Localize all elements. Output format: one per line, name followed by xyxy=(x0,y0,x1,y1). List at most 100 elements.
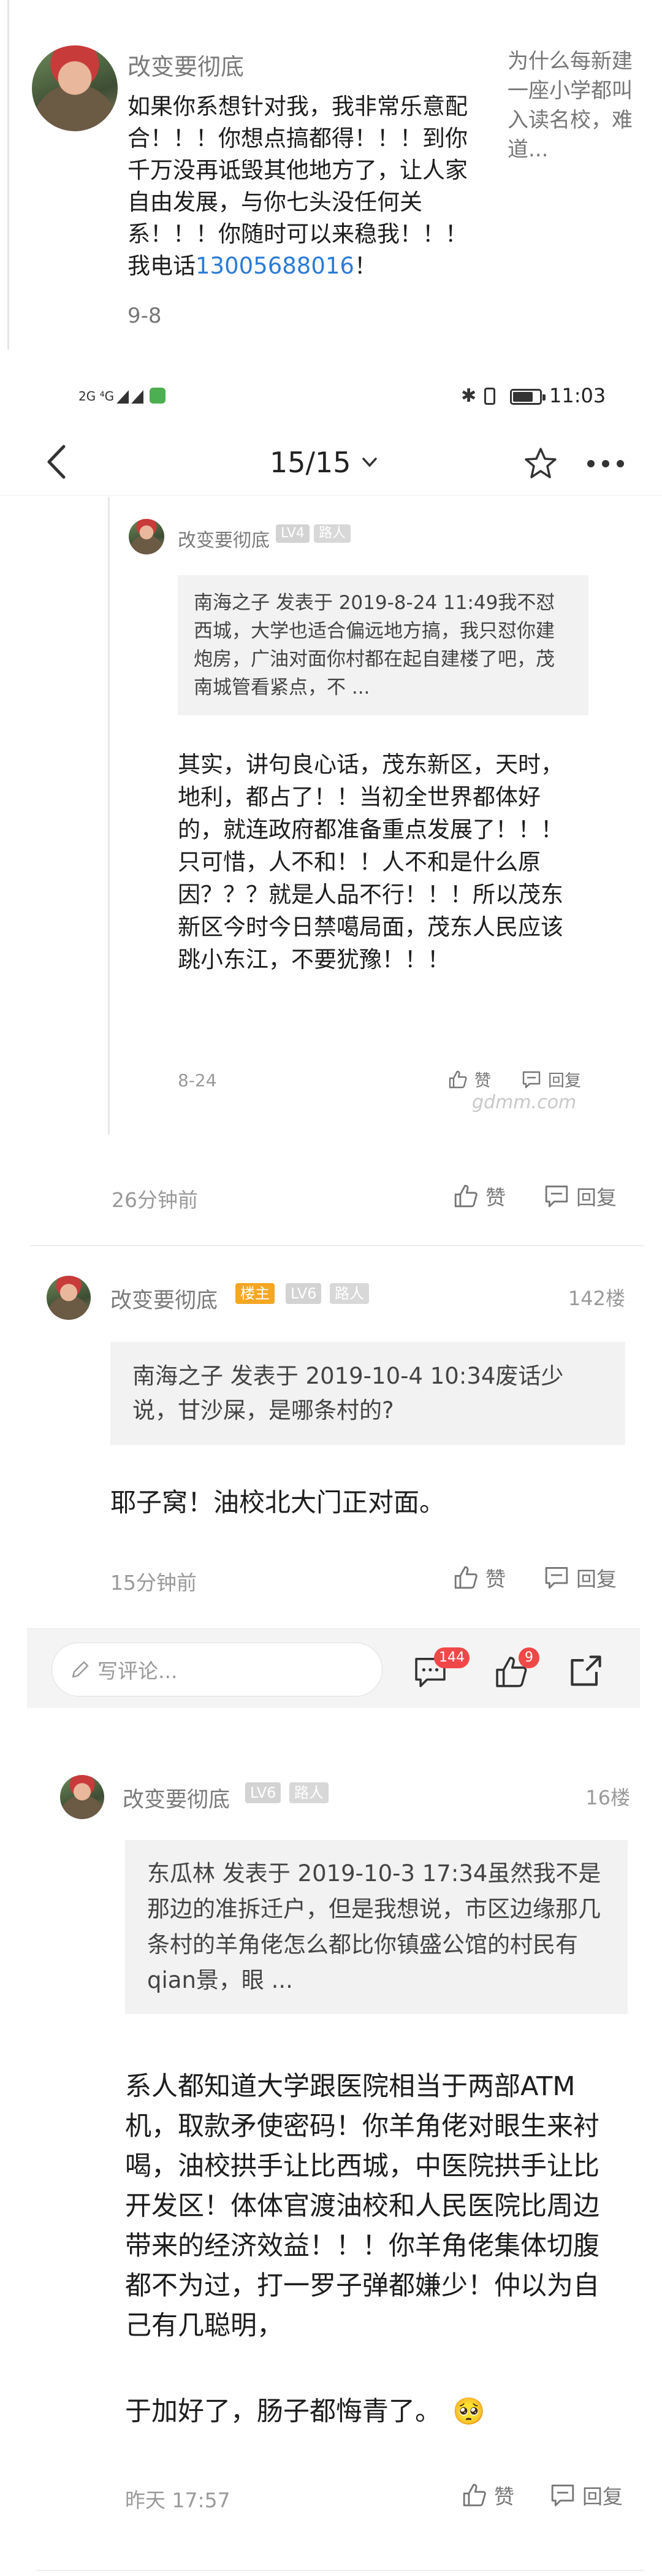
status-bar: 2G ⁴G ✱ 11:03 xyxy=(0,374,662,423)
reply-button[interactable]: 回复 xyxy=(543,1181,617,1211)
level-badge: LV4 xyxy=(276,524,310,543)
avatar[interactable] xyxy=(129,519,164,554)
like-label: 赞 xyxy=(474,1071,491,1091)
user-tag-badge: 路人 xyxy=(330,1283,369,1304)
reply-label: 回复 xyxy=(576,1186,617,1209)
favorite-button[interactable] xyxy=(521,444,560,483)
comment-icon xyxy=(551,2485,574,2507)
thread-line xyxy=(108,497,110,1135)
post-date: 9-8 xyxy=(127,304,162,328)
thumbs-up-icon xyxy=(454,1566,477,1589)
reply-date: 8-24 xyxy=(178,1070,217,1091)
page-indicator: 15/15 xyxy=(270,446,351,479)
reply-body: 其实，讲句良心话，茂东新区，天时，地利，都占了！！当初全世界都体好的，就连政府都… xyxy=(178,751,563,973)
user-tag-badge: 路人 xyxy=(314,524,351,543)
signal-bars-icon-2 xyxy=(131,390,144,404)
pleading-face-icon: 🥺 xyxy=(452,2396,485,2427)
thumbs-up-icon xyxy=(463,2483,486,2507)
comment-time: 15分钟前 xyxy=(110,1571,197,1595)
clock: 11:03 xyxy=(549,384,606,407)
level-badge: LV6 xyxy=(245,1782,281,1803)
comment-count-badge: 144 xyxy=(434,1647,470,1668)
chevron-down-icon xyxy=(362,458,377,467)
nav-bar: 15/15 xyxy=(0,429,662,496)
top-card[interactable]: 改变要彻底 如果你系想针对我，我非常乐意配合！！！你想点搞都得！！！到你千万没再… xyxy=(0,0,662,350)
comment-142: 改变要彻底 楼主 LV6 路人 142楼 南海之子 发表于 2019-10-4 … xyxy=(0,1251,662,1631)
like-label: 赞 xyxy=(485,1567,506,1591)
network-type: 2G ⁴G xyxy=(78,389,115,404)
host-badge: 楼主 xyxy=(235,1283,275,1304)
share-icon xyxy=(571,1655,601,1686)
post-text-tail: ！ xyxy=(354,253,377,279)
user-tag-badge: 路人 xyxy=(289,1782,329,1803)
floor-number: 142楼 xyxy=(568,1287,625,1310)
quoted-post[interactable]: 南海之子 发表于 2019-10-4 10:34废话少说，甘沙屎，是哪条村的? xyxy=(110,1342,625,1445)
like-label: 赞 xyxy=(485,1186,506,1209)
comment-body: 系人都知道大学跟医院相当于两部ATM机，取款矛使密码！你羊角佬对眼生来衬喝，油校… xyxy=(125,2067,622,2346)
bluetooth-icon: ✱ xyxy=(461,385,477,407)
username[interactable]: 改变要彻底 xyxy=(127,48,244,82)
username[interactable]: 改变要彻底 xyxy=(110,1283,218,1314)
comment-icon xyxy=(545,1567,568,1589)
signal-bars-icon xyxy=(116,390,129,404)
like-button[interactable]: 赞 xyxy=(452,1563,506,1592)
comment-body-main: 系人都知道大学跟医院相当于两部ATM机，取款矛使密码！你羊角佬对眼生来衬喝，油校… xyxy=(125,2071,599,2341)
phone-link[interactable]: 13005688016 xyxy=(196,253,354,279)
comment-time: 昨天 17:57 xyxy=(125,2488,230,2512)
like-label: 赞 xyxy=(494,2485,514,2509)
post-text-main: 如果你系想针对我，我非常乐意配合！！！你想点搞都得！！！到你千万没再诋毁其他地方… xyxy=(127,93,468,279)
comment-bar: 写评论... 144 9 xyxy=(27,1628,640,1708)
thumbs-up-icon xyxy=(449,1070,467,1088)
comments-button[interactable]: 144 xyxy=(407,1647,470,1692)
chevron-left-icon xyxy=(47,445,66,479)
watermark: gdmm.com xyxy=(472,1092,577,1113)
comment-body: 耶子窝！油校北大门正对面。 xyxy=(110,1487,446,1517)
like-button[interactable]: 赞 xyxy=(447,1067,491,1091)
comment-16: 改变要彻底 LV6 路人 16楼 东瓜林 发表于 2019-10-3 17:34… xyxy=(0,1742,662,2539)
avatar[interactable] xyxy=(60,1775,104,1819)
level-badge: LV6 xyxy=(286,1283,322,1304)
reply-label: 回复 xyxy=(548,1071,581,1091)
reply-label: 回复 xyxy=(576,1567,617,1591)
avatar[interactable] xyxy=(32,45,118,131)
more-button[interactable] xyxy=(581,444,630,483)
star-icon xyxy=(525,448,557,478)
comment-placeholder: 写评论... xyxy=(97,1659,178,1683)
comment-icon xyxy=(522,1071,541,1088)
reply-label: 回复 xyxy=(582,2485,623,2509)
signal-indicator: 2G ⁴G xyxy=(78,388,166,404)
reply-button[interactable]: 回复 xyxy=(549,2480,623,2510)
like-button[interactable]: 赞 xyxy=(452,1181,506,1211)
related-title-link[interactable]: 为什么每新建一座小学都叫入读名校，难道... xyxy=(508,47,642,164)
username[interactable]: 改变要彻底 xyxy=(123,1782,230,1814)
nested-reply: 改变要彻底 LV4 路人 南海之子 发表于 2019-8-24 11:49我不怼… xyxy=(0,497,662,1159)
reply-button[interactable]: 回复 xyxy=(543,1563,617,1592)
battery-icon xyxy=(510,389,546,405)
left-edge-line xyxy=(7,0,9,350)
thumbs-up-icon xyxy=(454,1184,477,1208)
comment-icon xyxy=(545,1186,568,1208)
comment-body-tail: 于加好了，肠子都悔青了。 xyxy=(125,2396,441,2427)
pen-icon xyxy=(72,1661,89,1678)
post-text: 如果你系想针对我，我非常乐意配合！！！你想点搞都得！！！到你千万没再诋毁其他地方… xyxy=(127,91,483,282)
floor-number: 16楼 xyxy=(585,1786,630,1809)
like-post-button[interactable]: 9 xyxy=(493,1647,542,1692)
share-button[interactable] xyxy=(566,1651,606,1690)
page-selector[interactable]: 15/15 xyxy=(270,444,382,481)
reply-button[interactable]: 回复 xyxy=(521,1067,581,1091)
like-count-badge: 9 xyxy=(519,1647,539,1668)
quoted-post[interactable]: 南海之子 发表于 2019-8-24 11:49我不怼西城，大学也适合偏远地方搞… xyxy=(178,575,588,715)
back-button[interactable] xyxy=(37,440,80,483)
quoted-post[interactable]: 东瓜林 发表于 2019-10-3 17:34虽然我不是那边的准拆迁户，但是我想… xyxy=(125,1840,628,2014)
comment-footer: 26分钟前 赞 回复 xyxy=(0,1159,662,1233)
comment-input[interactable]: 写评论... xyxy=(51,1643,382,1696)
divider xyxy=(37,2570,644,2571)
avatar[interactable] xyxy=(47,1276,91,1320)
divider xyxy=(31,1245,644,1246)
comment-body-last-line: 于加好了，肠子都悔青了。 🥺 xyxy=(125,2392,622,2432)
more-icon xyxy=(587,460,624,467)
like-button[interactable]: 赞 xyxy=(461,2480,514,2510)
username[interactable]: 改变要彻底 xyxy=(178,525,270,552)
vibrate-icon xyxy=(484,388,495,405)
comment-time: 26分钟前 xyxy=(112,1188,198,1212)
